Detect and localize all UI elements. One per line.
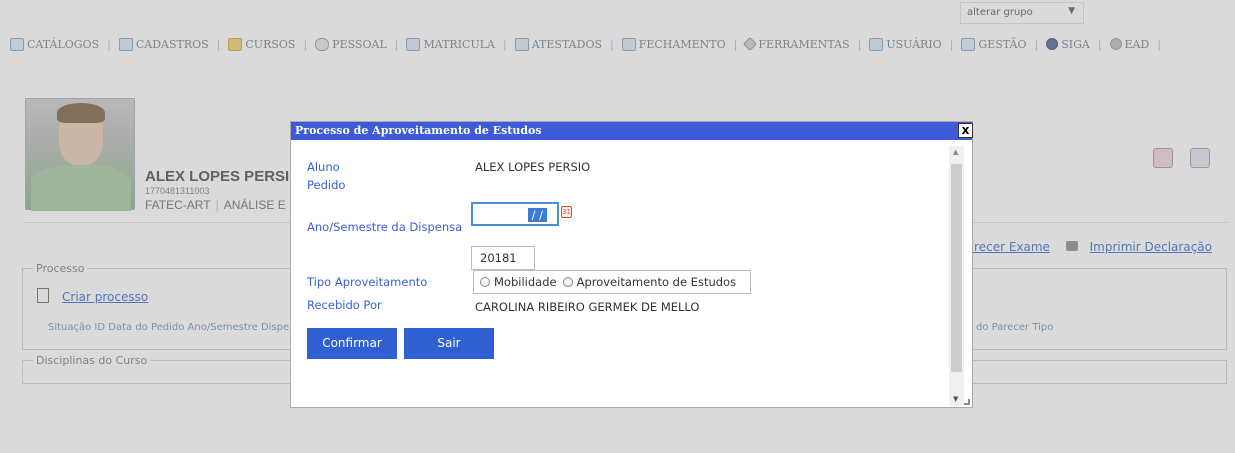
dialog-titlebar: Processo de Aproveitamento de Estudos x xyxy=(291,122,973,140)
dialog-title: Processo de Aproveitamento de Estudos xyxy=(295,124,542,137)
scroll-thumb[interactable] xyxy=(951,164,962,372)
aproveitamento-radio[interactable] xyxy=(562,277,573,287)
recebido-por-value: CAROLINA RIBEIRO GERMEK DE MELLO xyxy=(475,300,700,314)
mobilidade-radio[interactable] xyxy=(480,277,490,287)
aproveitamento-label: Aproveitamento de Estudos xyxy=(576,275,737,289)
close-icon[interactable]: x xyxy=(958,123,973,138)
aluno-value: ALEX LOPES PERSIO xyxy=(475,160,591,174)
recebido-por-label: Recebido Por xyxy=(307,298,382,312)
tipo-aproveitamento-label: Tipo Aproveitamento xyxy=(307,275,428,289)
ano-semestre-input[interactable]: 20181 xyxy=(471,246,535,270)
confirm-button[interactable]: Confirmar xyxy=(307,328,397,359)
exit-button[interactable]: Sair xyxy=(404,328,494,359)
pedido-date-input[interactable]: / / xyxy=(471,202,559,226)
scroll-up-icon[interactable]: ▲ xyxy=(953,148,958,156)
resize-grip-icon[interactable] xyxy=(964,399,970,405)
tipo-aproveitamento-radio-group: Mobilidade Aproveitamento de Estudos xyxy=(473,270,751,294)
mobilidade-label: Mobilidade xyxy=(494,275,557,289)
scroll-down-icon[interactable]: ▼ xyxy=(953,395,958,403)
calendar-icon[interactable]: 31 xyxy=(561,206,572,218)
dialog-body: Aluno ALEX LOPES PERSIO Pedido / / 31 An… xyxy=(291,140,972,407)
dialog-scrollbar[interactable]: ▲ ▼ xyxy=(949,146,964,406)
aproveitamento-dialog: Processo de Aproveitamento de Estudos x … xyxy=(290,121,973,408)
ano-semestre-label: Ano/Semestre da Dispensa xyxy=(307,220,463,234)
pedido-label: Pedido xyxy=(307,178,346,192)
aluno-label: Aluno xyxy=(307,160,340,174)
